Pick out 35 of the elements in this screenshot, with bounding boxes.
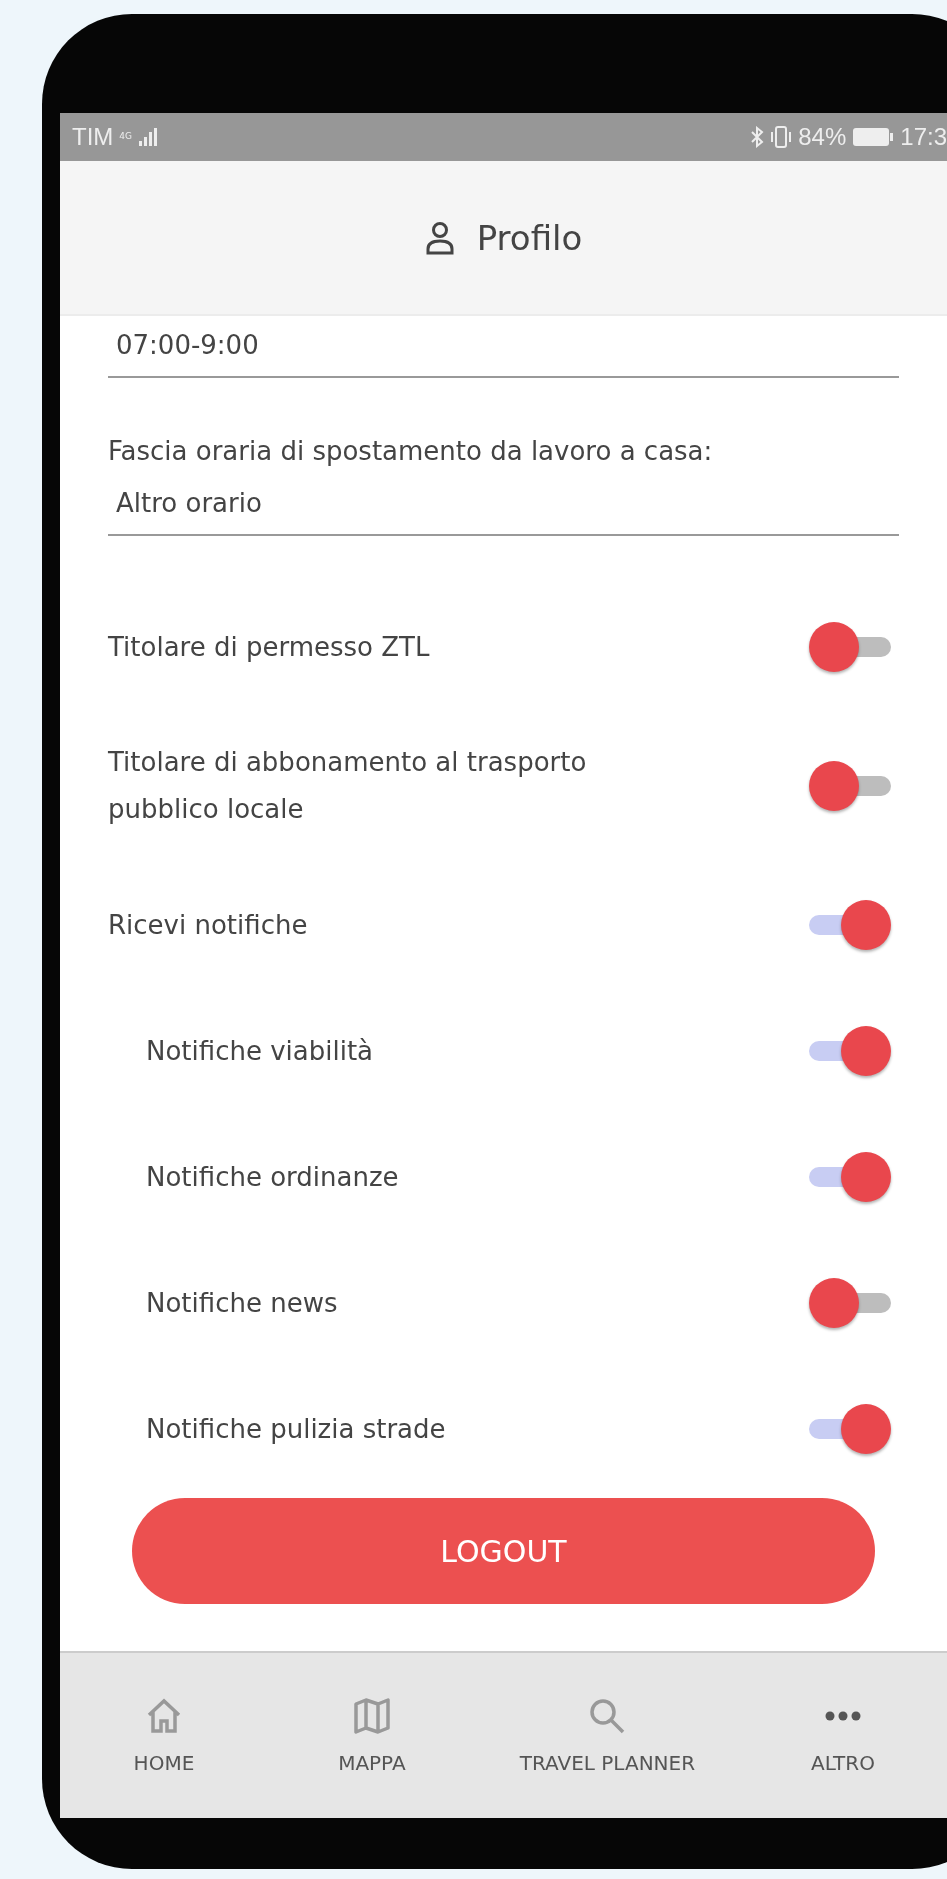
nav-tab[interactable]: ALTRO: [811, 1750, 875, 1775]
setting-label: Notifiche pulizia strade: [146, 1412, 446, 1446]
page-title: Profilo: [476, 217, 583, 258]
field-label: Fascia oraria di spostamento da lavoro a casa:: [108, 436, 714, 466]
select-field[interactable]: Altro orario: [108, 478, 899, 536]
carrier-name: TIM: [72, 123, 114, 151]
nav-tab[interactable]: HOME: [133, 1750, 195, 1775]
select-field[interactable]: 07:00-9:00: [108, 320, 899, 378]
network-type: 4G: [119, 131, 133, 141]
vibrate-icon: [770, 125, 793, 149]
toggle-switch[interactable]: [809, 1152, 891, 1202]
setting-label: Titolare di abbonamento al trasporto pubblico locale: [108, 746, 588, 826]
toggle-switch[interactable]: [809, 1026, 891, 1076]
setting-label: Notifiche ordinanze: [146, 1160, 399, 1194]
setting-label: Ricevi notifiche: [108, 908, 308, 942]
battery-icon: [852, 126, 895, 148]
search-icon[interactable]: [588, 1696, 627, 1735]
more-icon[interactable]: [824, 1709, 862, 1722]
toggle-switch[interactable]: [809, 1404, 891, 1454]
logout-button[interactable]: LOGOUT: [132, 1498, 875, 1604]
toggle-switch[interactable]: [809, 1278, 891, 1328]
toggle-switch[interactable]: [809, 622, 891, 672]
toggle-switch[interactable]: [809, 761, 891, 811]
map-icon[interactable]: [352, 1696, 391, 1735]
battery-percent: 84%: [798, 123, 847, 151]
signal-icon: [138, 127, 159, 147]
bluetooth-icon: [750, 126, 765, 148]
clock-time: 17:3: [900, 123, 947, 151]
nav-tab[interactable]: MAPPA: [338, 1750, 406, 1775]
setting-label: Notifiche viabilità: [146, 1034, 374, 1068]
nav-tab[interactable]: TRAVEL PLANNER: [519, 1750, 696, 1775]
toggle-switch[interactable]: [809, 900, 891, 950]
setting-label: Notifiche news: [146, 1286, 338, 1320]
person-icon: [424, 220, 455, 255]
setting-label: Titolare di permesso ZTL: [108, 630, 430, 664]
